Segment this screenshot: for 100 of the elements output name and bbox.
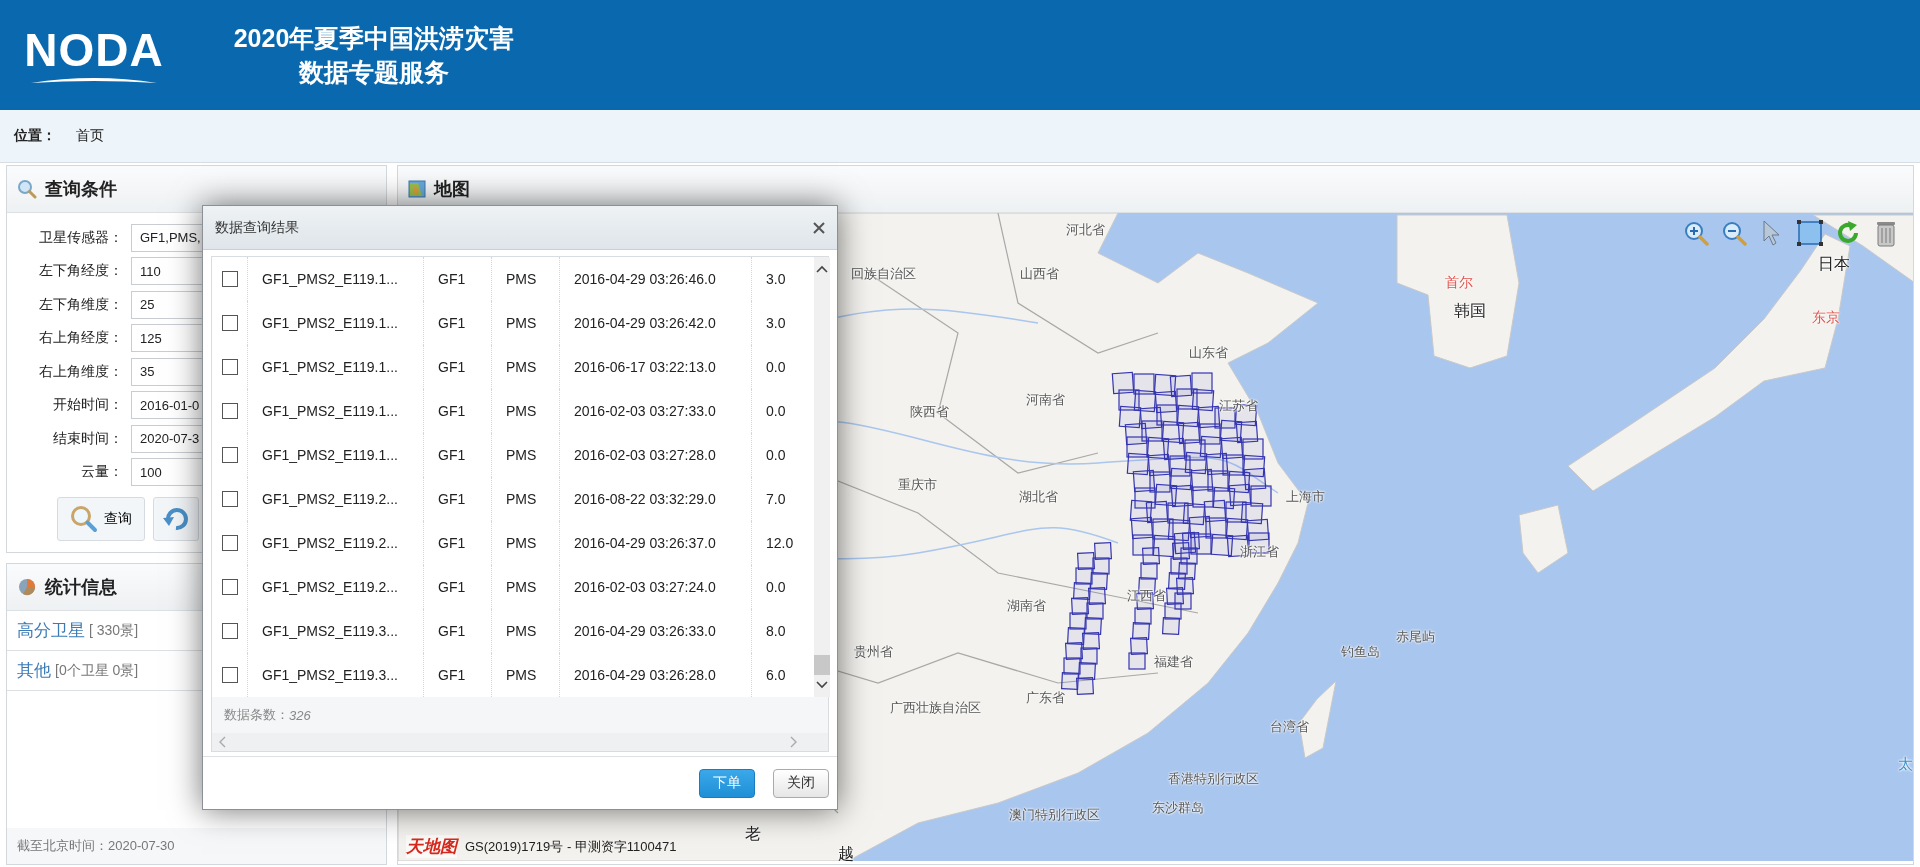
map-label: 广东省 bbox=[1025, 689, 1065, 707]
row-checkbox[interactable] bbox=[221, 447, 238, 463]
map-label: 香港特别行政区 bbox=[1167, 770, 1259, 788]
field-label: 卫星传感器： bbox=[38, 228, 123, 247]
close-icon[interactable] bbox=[813, 221, 825, 234]
table-cell-text: 3.0 bbox=[765, 270, 787, 289]
table-cell: PMS bbox=[492, 345, 560, 389]
table-cell: PMS bbox=[492, 565, 560, 609]
map-label: 回族自治区 bbox=[850, 265, 916, 283]
panel-title: 统计信息 bbox=[45, 576, 117, 599]
table-cell: PMS bbox=[492, 609, 560, 653]
field-label: 左下角维度： bbox=[38, 295, 123, 314]
table-cell-text: 8.0 bbox=[765, 622, 787, 641]
record-count-label: 数据条数： bbox=[224, 706, 289, 724]
table-cell: GF1 bbox=[424, 565, 492, 609]
map-label: 澳门特别行政区 bbox=[1008, 806, 1100, 824]
breadcrumb-label: 位置： bbox=[14, 127, 56, 145]
map-label: 台湾省 bbox=[1269, 718, 1309, 736]
map-label: 东京 bbox=[1812, 309, 1840, 327]
table-cell: 2016-04-29 03:26:46.0 bbox=[560, 257, 752, 301]
table-cell: PMS bbox=[492, 257, 560, 301]
map-label: 河南省 bbox=[1025, 391, 1065, 409]
row-checkbox[interactable] bbox=[221, 403, 238, 419]
table-cell: GF1_PMS2_E119.1... bbox=[248, 257, 424, 301]
table-cell: 2016-04-29 03:26:42.0 bbox=[560, 301, 752, 345]
map-label: 贵州省 bbox=[853, 643, 893, 661]
table-cell: 2016-02-03 03:27:24.0 bbox=[560, 565, 752, 609]
field-label: 右上角维度： bbox=[38, 362, 123, 381]
reset-button[interactable] bbox=[153, 497, 199, 541]
row-checkbox[interactable] bbox=[221, 579, 238, 595]
table-cell-text: 0.0 bbox=[765, 402, 787, 421]
row-checkbox[interactable] bbox=[221, 271, 238, 287]
row-checkbox[interactable] bbox=[221, 535, 238, 551]
table-cell: GF1 bbox=[424, 433, 492, 477]
table-cell: GF1_PMS2_E119.2... bbox=[248, 565, 424, 609]
map-label: 老 bbox=[745, 823, 761, 844]
map-label: 赤尾屿 bbox=[1395, 628, 1435, 646]
field-label: 右上角经度： bbox=[38, 329, 123, 348]
close-button[interactable]: 关闭 bbox=[773, 768, 829, 798]
table-cell: GF1 bbox=[424, 345, 492, 389]
row-checkbox[interactable] bbox=[221, 315, 238, 331]
stat-link[interactable]: 高分卫星 bbox=[17, 619, 85, 642]
row-checkbox[interactable] bbox=[221, 491, 238, 507]
table-cell: 2016-02-03 03:27:28.0 bbox=[560, 433, 752, 477]
map-label: 陕西省 bbox=[909, 403, 949, 421]
row-checkbox[interactable] bbox=[221, 359, 238, 375]
row-checkbox[interactable] bbox=[221, 623, 238, 639]
table-cell: GF1 bbox=[424, 257, 492, 301]
table-cell: GF1_PMS2_E119.1... bbox=[248, 301, 424, 345]
table-cell: GF1 bbox=[424, 609, 492, 653]
table-cell: PMS bbox=[492, 389, 560, 433]
table-cell: PMS bbox=[492, 301, 560, 345]
table-cell: GF1 bbox=[424, 389, 492, 433]
table-cell: GF1_PMS2_E119.2... bbox=[248, 521, 424, 565]
table-cell: 2016-08-22 03:32:29.0 bbox=[560, 477, 752, 521]
table-cell-text: 7.0 bbox=[765, 490, 787, 509]
vertical-scrollbar[interactable] bbox=[814, 257, 830, 697]
search-button[interactable]: 查询 bbox=[57, 497, 145, 541]
site-title: 2020年夏季中国洪涝灾害 bbox=[232, 23, 516, 54]
field-label: 开始时间： bbox=[52, 396, 123, 415]
map-icon bbox=[408, 180, 426, 198]
map-label: 东沙群岛 bbox=[1152, 799, 1204, 817]
map-label: 湖北省 bbox=[1018, 488, 1058, 506]
table-cell: 2016-06-17 03:22:13.0 bbox=[560, 345, 752, 389]
breadcrumb-link[interactable]: 首页 bbox=[76, 127, 104, 145]
map-label: 钓鱼岛 bbox=[1340, 643, 1380, 661]
table-cell: GF1_PMS2_E119.1... bbox=[248, 433, 424, 477]
table-cell: PMS bbox=[492, 433, 560, 477]
field-label: 云量： bbox=[80, 463, 123, 482]
search-icon bbox=[70, 505, 98, 533]
magnifier-icon bbox=[17, 179, 37, 199]
table-cell: PMS bbox=[492, 477, 560, 521]
map-label: 湖南省 bbox=[1006, 597, 1046, 615]
chevron-left-icon bbox=[218, 736, 226, 748]
chevron-up-icon bbox=[816, 265, 828, 273]
panel-title: 地图 bbox=[434, 178, 470, 201]
site-title: 数据专题服务 bbox=[298, 57, 450, 88]
rectangle-select-icon[interactable] bbox=[1795, 217, 1825, 249]
map-label: 太 bbox=[1897, 754, 1913, 774]
scrollbar-thumb[interactable] bbox=[814, 655, 830, 675]
chevron-down-icon bbox=[816, 681, 828, 689]
map-label: 越 bbox=[838, 843, 854, 864]
table-cell-text: 0.0 bbox=[765, 446, 787, 465]
map-license-text: GS(2019)1719号 - 甲测资字1100471 bbox=[465, 837, 677, 856]
map-label: 日本 bbox=[1818, 253, 1850, 274]
map-provider-logo: 天地图 bbox=[406, 835, 457, 858]
table-cell: 2016-04-29 03:26:33.0 bbox=[560, 609, 752, 653]
table-cell: GF1_PMS2_E119.3... bbox=[248, 609, 424, 653]
stat-link[interactable]: 其他 bbox=[17, 659, 51, 682]
horizontal-scrollbar[interactable] bbox=[212, 733, 828, 751]
map-label: 河北省 bbox=[1065, 221, 1105, 239]
table-cell-text: 12.0 bbox=[765, 534, 795, 553]
row-checkbox[interactable] bbox=[221, 667, 238, 683]
update-time: 截至北京时间：2020-07-30 bbox=[7, 828, 386, 864]
table-cell: GF1_PMS2_E119.1... bbox=[248, 345, 424, 389]
record-count: 326 bbox=[289, 707, 311, 723]
table-cell: GF1_PMS2_E119.2... bbox=[248, 477, 424, 521]
map-label: 广西壮族自治区 bbox=[889, 699, 981, 717]
chevron-right-icon bbox=[790, 736, 798, 748]
table-cell: GF1_PMS2_E119.1... bbox=[248, 389, 424, 433]
